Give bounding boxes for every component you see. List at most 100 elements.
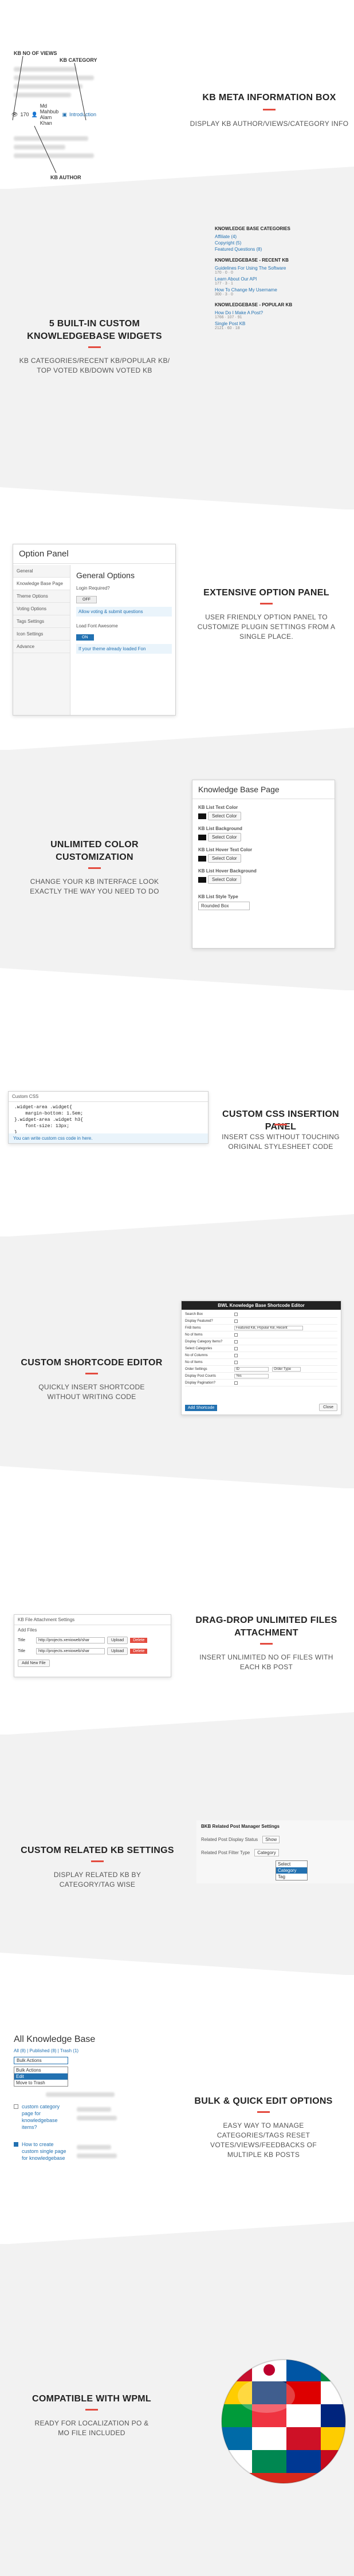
section-shortcode: CUSTOM SHORTCODE EDITOR QUICKLY INSERT S… xyxy=(0,1236,354,1489)
css-hint: You can write custom css code in here. xyxy=(9,1133,208,1143)
bulk-option[interactable]: Move to Trash xyxy=(14,2080,68,2086)
files-desc: INSERT UNLIMITED NO OF FILES WITH EACH K… xyxy=(199,1653,333,1671)
colors-desc: CHANGE YOUR KB INTERFACE LOOK EXACTLY TH… xyxy=(30,878,159,895)
options-menu-item[interactable]: Voting Options xyxy=(13,603,70,615)
css-line: .widget-area .widget{ xyxy=(14,1105,72,1110)
files-add-label: Add Files xyxy=(18,1627,37,1633)
color-picker-row: Select Color xyxy=(198,833,329,841)
kb-item-title[interactable]: Single Post KB xyxy=(215,321,335,326)
add-shortcode-button[interactable]: Add Shortcode xyxy=(185,1405,218,1411)
shortcode-row-label: FAB Items xyxy=(185,1326,201,1330)
load-label: Load Font Awesome xyxy=(76,623,118,629)
cat-item[interactable]: Copyright (5) xyxy=(215,240,335,246)
filter-option[interactable]: Category xyxy=(276,1867,307,1874)
kb-item-title[interactable]: How To Change My Username xyxy=(215,287,335,293)
filter-label: Related Post Filter Type xyxy=(201,1850,250,1855)
section-files: KB File Attachment Settings Add Files Ti… xyxy=(0,1488,354,1735)
diag-divider xyxy=(0,167,354,189)
options-title: EXTENSIVE OPTION PANEL xyxy=(203,588,329,598)
shortcode-checkbox[interactable] xyxy=(234,1333,238,1337)
select-color-button[interactable]: Select Color xyxy=(208,854,241,863)
select-color-button[interactable]: Select Color xyxy=(208,833,241,841)
bulk-option[interactable]: Edit xyxy=(14,2073,68,2080)
kb-item-meta: 2121 · 60 · 18 xyxy=(215,326,240,330)
bulk-dropdown[interactable]: Bulk Actions Edit Move to Trash xyxy=(14,2067,68,2087)
color-swatch[interactable] xyxy=(198,813,206,819)
options-menu-item[interactable]: Advance xyxy=(13,641,70,653)
row-checkbox-checked[interactable] xyxy=(14,2142,18,2147)
shortcode-checkbox[interactable] xyxy=(234,1353,238,1357)
color-swatch[interactable] xyxy=(198,855,206,862)
shortcode-row: Search Box xyxy=(185,1311,337,1318)
close-button[interactable]: Close xyxy=(319,1404,337,1411)
shortcode-desc: QUICKLY INSERT SHORTCODE WITHOUT WRITING… xyxy=(38,1383,145,1401)
upload-button[interactable]: Upload xyxy=(107,1647,128,1655)
fab-items-field[interactable]: Featured KB, Popular KB, Recent xyxy=(234,1325,303,1330)
section-wpml: COMPATIBLE WITH WPML READY FOR LOCALIZAT… xyxy=(0,2244,354,2576)
bulk-header: All Knowledge Base xyxy=(14,2034,96,2044)
css-code[interactable]: .widget-area .widget{ margin-bottom: 1.5… xyxy=(9,1102,208,1138)
shortcode-row-label: Display Category Items? xyxy=(185,1340,223,1344)
kb-item-meta: 177 · 3 · 1 xyxy=(215,282,233,286)
kb-item-title[interactable]: Guidelines For Using The Software xyxy=(215,266,335,271)
file-url-input[interactable]: http://projects.xenioweb/shar xyxy=(36,1648,105,1654)
filter-select[interactable]: Category xyxy=(254,1849,279,1856)
filter-dropdown[interactable]: Select Category Tag xyxy=(276,1860,308,1880)
upload-button[interactable]: Upload xyxy=(107,1637,128,1644)
status-select[interactable]: Show xyxy=(262,1836,280,1843)
load-toggle[interactable]: ON xyxy=(76,634,94,641)
filter-option[interactable]: Tag xyxy=(276,1874,307,1880)
login-toggle[interactable]: OFF xyxy=(76,596,97,603)
cat-item[interactable]: Featured Questions (8) xyxy=(215,247,335,252)
cat-item[interactable]: Affiliate (4) xyxy=(215,234,335,239)
bulk-select[interactable]: Bulk Actions xyxy=(14,2057,68,2064)
color-field: KB List Text Color Select Color xyxy=(198,805,329,820)
bulk-item-link-2[interactable]: How to create custom single page for kno… xyxy=(22,2141,68,2162)
css-header: Custom CSS xyxy=(9,1092,208,1102)
post-counts-select[interactable]: Yes xyxy=(234,1373,269,1378)
order-by-select[interactable]: ID xyxy=(234,1366,269,1372)
shortcode-checkbox[interactable] xyxy=(234,1346,238,1350)
options-menu: General Knowledge Base Page Theme Options V… xyxy=(13,565,70,715)
kb-item-title[interactable]: How Do I Make A Post? xyxy=(215,310,335,315)
delete-button[interactable]: Delete xyxy=(130,1638,148,1643)
popular-list: How Do I Make A Post? 1766 · 107 · 91 Sing… xyxy=(215,310,335,330)
file-url-input[interactable]: http://projects.xenioweb/shar xyxy=(36,1637,105,1643)
options-menu-item[interactable]: Icon Settings xyxy=(13,628,70,641)
globe-flags xyxy=(222,2360,345,2483)
bulk-filters[interactable]: All (8) | Published (8) | Trash (1) xyxy=(11,2047,166,2055)
delete-button[interactable]: Delete xyxy=(130,1649,148,1654)
order-type-select[interactable]: Order Type xyxy=(272,1366,301,1372)
color-swatch[interactable] xyxy=(198,876,206,883)
shortcode-checkbox[interactable] xyxy=(234,1340,238,1344)
kb-item-meta: 170 · 0 · 0 xyxy=(215,271,233,275)
options-menu-item[interactable]: Theme Options xyxy=(13,590,70,603)
css-line: font-size: 13px; xyxy=(14,1124,70,1129)
select-color-button[interactable]: Select Color xyxy=(208,875,241,884)
bulk-option[interactable]: Bulk Actions xyxy=(14,2067,68,2073)
css-line: margin-bottom: 1.5em; xyxy=(14,1111,84,1116)
section-css: Custom CSS .widget-area .widget{ margin-… xyxy=(0,990,354,1237)
color-field: KB List Background Select Color xyxy=(198,826,329,841)
row-checkbox[interactable] xyxy=(14,2104,18,2109)
kb-item-meta: 300 · 3 · 0 xyxy=(215,293,233,297)
style-select[interactable]: Rounded Box xyxy=(198,902,250,910)
color-picker-row: Select Color xyxy=(198,812,329,820)
shortcode-checkbox[interactable] xyxy=(234,1319,238,1323)
shortcode-checkbox[interactable] xyxy=(234,1381,238,1385)
filter-option[interactable]: Select xyxy=(276,1861,307,1867)
cat-list: Affiliate (4) Copyright (5) Featured Quest… xyxy=(215,234,335,252)
bulk-item-link-1[interactable]: custom category page for knowledgebase i… xyxy=(22,2103,68,2131)
kb-item-title[interactable]: Learn About Our API xyxy=(215,276,335,282)
color-swatch[interactable] xyxy=(198,834,206,840)
options-menu-item[interactable]: Tags Settings xyxy=(13,615,70,628)
shortcode-checkbox[interactable] xyxy=(234,1360,238,1364)
section-meta: 👁 170 👤 Md Mahbub Alam Khan ▣ Introducti… xyxy=(0,0,354,189)
add-new-file-button[interactable]: Add New File xyxy=(18,1660,50,1667)
select-color-button[interactable]: Select Color xyxy=(208,812,241,820)
options-menu-item[interactable]: General xyxy=(13,565,70,578)
shortcode-checkbox[interactable] xyxy=(234,1312,238,1316)
bulk-desc: EASY WAY TO MANAGE CATEGORIES/TAGS RESET… xyxy=(210,2121,317,2159)
login-label: Login Required? xyxy=(76,586,110,591)
options-menu-item[interactable]: Knowledge Base Page xyxy=(13,578,70,590)
